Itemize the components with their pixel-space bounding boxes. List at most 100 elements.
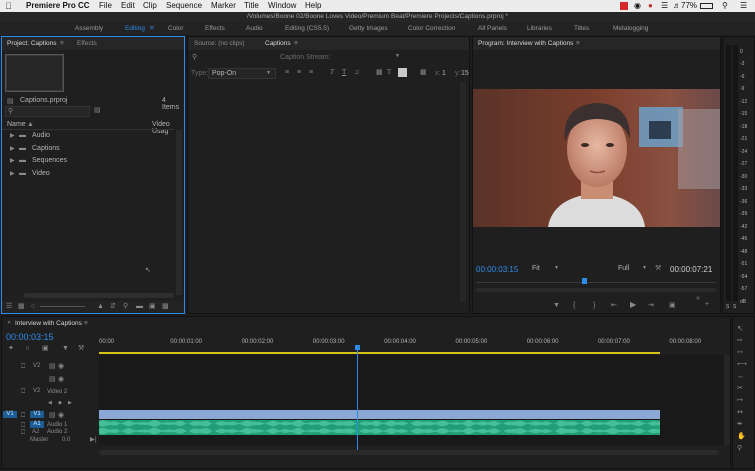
tab-source[interactable]: Source: (no clips)	[194, 40, 245, 47]
timeline-h-scrollbar[interactable]	[99, 450, 719, 455]
linked-selection-icon[interactable]: ▣	[42, 345, 49, 352]
menu-file[interactable]: File	[99, 1, 112, 10]
mark-out-icon[interactable]: }	[593, 302, 595, 309]
snap-icon[interactable]: ∩	[25, 345, 30, 352]
sync-lock-icon[interactable]: ▤	[49, 376, 56, 383]
sort-up-icon[interactable]: ▲	[27, 121, 34, 128]
tab-menu-icon[interactable]: ≡	[294, 40, 298, 47]
add-marker-icon[interactable]: ▼	[62, 345, 69, 352]
wrench-icon[interactable]: ⚒	[655, 265, 661, 272]
new-folder-icon[interactable]: ▬	[136, 303, 143, 310]
slide-tool-icon[interactable]: ↭	[737, 409, 743, 416]
export-frame-icon[interactable]: ▣	[669, 302, 676, 309]
lock-icon[interactable]: ⎕	[21, 422, 25, 429]
tab-effects[interactable]: Effects	[77, 40, 97, 47]
program-zoom-bar[interactable]	[476, 288, 716, 292]
tab-menu-icon[interactable]: ≡	[84, 320, 88, 327]
align-right-icon[interactable]: ≡	[309, 69, 313, 76]
razor-tool-icon[interactable]: ✂	[737, 385, 743, 392]
grid-icon[interactable]: ▦	[376, 69, 383, 76]
expand-icon[interactable]: ▶	[10, 146, 15, 152]
more-controls-icon[interactable]: »	[696, 295, 700, 302]
captions-scrollbar[interactable]	[460, 82, 466, 302]
background-color-swatch[interactable]	[398, 68, 407, 77]
track-v1-source[interactable]: V1	[3, 411, 17, 418]
rate-stretch-tool-icon[interactable]: ↔	[737, 373, 744, 380]
add-keyframe-icon[interactable]: ◆	[58, 401, 62, 406]
find-icon[interactable]: ⚲	[123, 303, 128, 310]
zoom-tool-icon[interactable]: ⚲	[737, 445, 742, 452]
app-menu[interactable]: Premiere Pro CC	[26, 1, 90, 10]
expand-icon[interactable]: ▶	[10, 133, 15, 139]
workspace-titles[interactable]: Titles	[574, 25, 589, 32]
music-note-icon[interactable]: ♫	[354, 69, 359, 76]
rolling-edit-tool-icon[interactable]: ⟷	[737, 361, 747, 368]
track-a2-target[interactable]: A2	[32, 429, 39, 435]
workspace-getty-images[interactable]: Getty Images	[349, 25, 388, 32]
close-tab-icon[interactable]: ✕	[7, 321, 11, 326]
program-time-ruler[interactable]	[476, 282, 716, 283]
wifi-icon[interactable]: ☰	[661, 1, 668, 10]
track-a1-source[interactable]: A1	[30, 421, 44, 428]
record-status-icon[interactable]	[620, 2, 628, 10]
workspace-color-correction[interactable]: Color Correction	[408, 25, 455, 32]
menu-help[interactable]: Help	[305, 1, 321, 10]
selection-tool-icon[interactable]: ↖	[737, 325, 744, 333]
go-to-in-icon[interactable]: ⇤	[611, 302, 617, 309]
tab-program[interactable]: Program: Interview with Captions	[478, 40, 573, 47]
workspace-effects[interactable]: Effects	[205, 25, 225, 32]
workspace-audio[interactable]: Audio	[246, 25, 263, 32]
audio-clip[interactable]	[99, 420, 661, 435]
sync-lock-icon[interactable]: ▤	[49, 412, 56, 419]
workspace-libraries[interactable]: Libraries	[527, 25, 552, 32]
italic-icon[interactable]: T	[330, 69, 334, 76]
tab-timeline[interactable]: Interview with Captions	[15, 320, 82, 327]
search-icon[interactable]: ⚲	[192, 54, 197, 61]
tab-captions[interactable]: Captions	[265, 40, 291, 47]
eye-icon[interactable]: ◉	[58, 376, 64, 383]
workspace-all-panels[interactable]: All Panels	[478, 25, 507, 32]
menu-clip[interactable]: Clip	[143, 1, 157, 10]
type-dropdown[interactable]: Pop-On ▼	[208, 68, 276, 79]
apple-icon[interactable]: 	[5, 1, 12, 11]
lock-icon[interactable]: ⎕	[21, 429, 25, 436]
column-name[interactable]: Name	[7, 121, 26, 128]
hand-tool-icon[interactable]: ✋	[737, 433, 746, 440]
workspace-editing[interactable]: Editing	[125, 25, 145, 32]
dropdown-icon[interactable]: ▼	[395, 54, 400, 59]
zoom-out-icon[interactable]: ○	[31, 303, 35, 310]
timeline-playhead-handle[interactable]	[355, 345, 361, 350]
track-v1-target[interactable]: V1	[30, 411, 44, 418]
button-editor-icon[interactable]: +	[705, 301, 709, 308]
project-h-scrollbar[interactable]	[24, 293, 174, 298]
quality-dropdown[interactable]: Full ▼	[616, 264, 650, 273]
video-clip[interactable]	[99, 410, 661, 419]
tab-project[interactable]: Project: Captions	[7, 40, 57, 47]
workspace-color[interactable]: Color	[168, 25, 184, 32]
x-value[interactable]: 1	[442, 70, 446, 77]
underline-icon[interactable]: T	[342, 69, 346, 76]
next-keyframe-icon[interactable]: ▶	[68, 401, 72, 406]
program-playhead[interactable]	[582, 278, 587, 284]
battery-icon[interactable]	[700, 3, 713, 9]
go-to-out-icon[interactable]: ⇥	[648, 302, 654, 309]
tab-menu-icon[interactable]: ≡	[60, 40, 64, 47]
menu-title[interactable]: Title	[244, 1, 259, 10]
go-to-end-icon[interactable]: ▶|	[90, 437, 96, 443]
work-area-bar[interactable]	[99, 352, 661, 354]
align-center-icon[interactable]: ≡	[297, 69, 301, 76]
timeline-settings-icon[interactable]: ⚒	[78, 345, 84, 352]
expand-icon[interactable]: ▶	[10, 158, 15, 164]
insert-nest-icon[interactable]: ✦	[8, 345, 14, 352]
master-volume[interactable]: 0.0	[62, 437, 70, 443]
y-value[interactable]: 15	[461, 70, 469, 77]
workspace-metalogging[interactable]: Metalogging	[613, 25, 648, 32]
fit-dropdown[interactable]: Fit ▼	[530, 264, 562, 273]
timeline-playhead[interactable]	[357, 346, 359, 450]
track-v2-target[interactable]: V2	[33, 363, 40, 369]
menu-edit[interactable]: Edit	[121, 1, 135, 10]
project-search-input[interactable]: ⚲	[5, 106, 90, 117]
mark-in-icon[interactable]: {	[573, 302, 575, 309]
prev-keyframe-icon[interactable]: ◀	[48, 401, 52, 406]
solo-right-button[interactable]: S	[733, 304, 736, 310]
